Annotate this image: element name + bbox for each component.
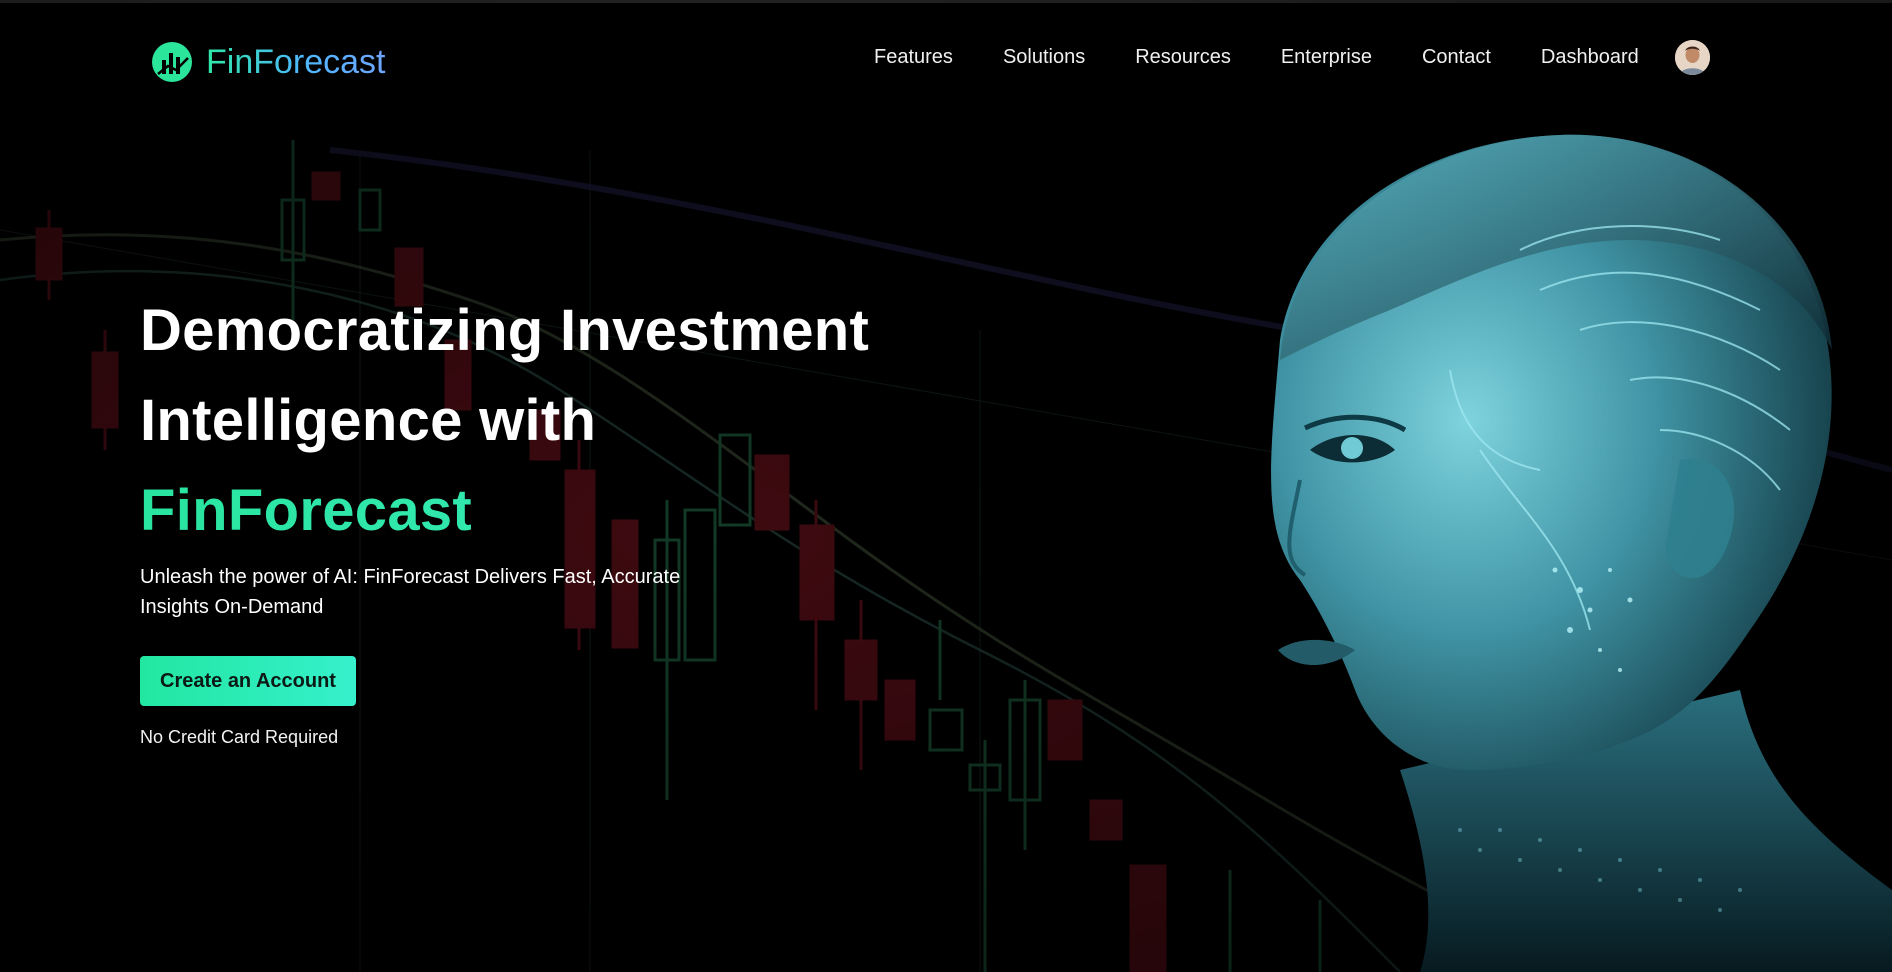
no-credit-card-note: No Credit Card Required xyxy=(140,727,339,747)
hero-section: Democratizing Investment Intelligence wi… xyxy=(140,286,1000,748)
create-account-button[interactable]: Create an Account xyxy=(140,656,356,706)
nav-contact[interactable]: Contact xyxy=(1422,44,1491,70)
ai-humanoid-portrait-graphic xyxy=(1271,134,1892,972)
nav-solutions[interactable]: Solutions xyxy=(1003,44,1085,70)
user-avatar[interactable] xyxy=(1675,40,1710,75)
hero-subtitle: Unleash the power of AI: FinForecast Del… xyxy=(140,566,681,618)
nav-dashboard[interactable]: Dashboard xyxy=(1541,44,1639,70)
user-avatar-icon xyxy=(1675,40,1710,75)
hero-title: Democratizing Investment Intelligence wi… xyxy=(140,286,1000,556)
nav-features[interactable]: Features xyxy=(874,44,953,70)
hero-title-line-2: Intelligence with xyxy=(140,388,597,453)
brand-name: FinForecast xyxy=(206,40,386,84)
main-nav: Features Solutions Resources Enterprise … xyxy=(874,44,1639,70)
hero-title-brand: FinForecast xyxy=(140,466,1000,556)
chart-leaf-logo-icon xyxy=(152,42,192,82)
hero-title-line-1: Democratizing Investment xyxy=(140,298,870,363)
site-header: FinForecast Features Solutions Resources… xyxy=(0,0,1892,115)
landing-page: FinForecast Features Solutions Resources… xyxy=(0,0,1892,972)
brand-logo[interactable]: FinForecast xyxy=(150,40,386,84)
nav-resources[interactable]: Resources xyxy=(1135,44,1231,70)
nav-enterprise[interactable]: Enterprise xyxy=(1281,44,1372,70)
